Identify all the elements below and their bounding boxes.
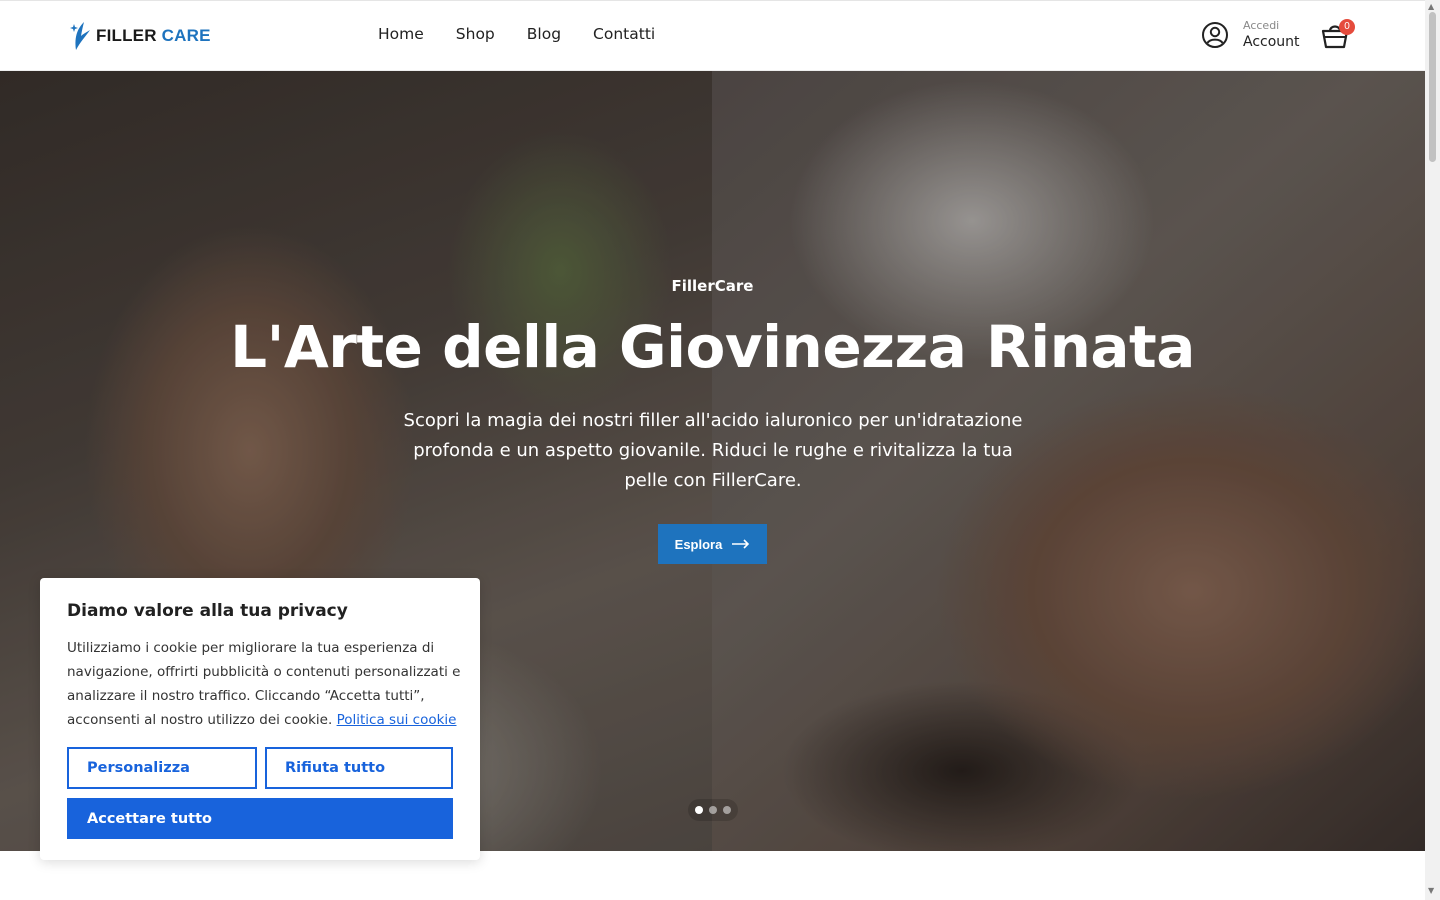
explore-button-label: Esplora: [674, 536, 723, 552]
nav-shop[interactable]: Shop: [456, 25, 495, 43]
slider-dots: [688, 799, 738, 821]
scrollbar-thumb[interactable]: [1429, 12, 1436, 162]
cookie-policy-link[interactable]: Politica sui cookie: [337, 712, 457, 728]
nav-home[interactable]: Home: [378, 25, 424, 43]
slider-dot-1[interactable]: [695, 806, 703, 814]
cookie-text: Utilizziamo i cookie per migliorare la t…: [67, 636, 462, 732]
scroll-up-arrow-icon[interactable]: ▲: [1428, 2, 1434, 11]
site-header: FILLER CARE Home Shop Blog Contatti Acce…: [0, 0, 1425, 71]
nav-blog[interactable]: Blog: [527, 25, 561, 43]
account-small-label: Accedi: [1243, 19, 1280, 32]
reject-all-button[interactable]: Rifiuta tutto: [265, 747, 453, 789]
scroll-down-arrow-icon[interactable]: ▼: [1428, 886, 1434, 895]
explore-button[interactable]: Esplora: [658, 524, 767, 564]
logo-word-1: FILLER: [96, 26, 157, 45]
slider-dot-3[interactable]: [723, 806, 731, 814]
account-text: Accedi Account: [1243, 19, 1300, 51]
accept-all-button[interactable]: Accettare tutto: [67, 798, 453, 839]
logo[interactable]: FILLER CARE: [70, 19, 211, 53]
customize-button[interactable]: Personalizza: [67, 747, 257, 789]
arrow-right-icon: [732, 539, 750, 549]
slider-dot-2[interactable]: [709, 806, 717, 814]
cart-count-badge: 0: [1339, 19, 1355, 35]
hero-title: L'Arte della Giovinezza Rinata: [230, 313, 1195, 381]
account-label: Account: [1243, 34, 1300, 51]
logo-text: FILLER CARE: [96, 26, 211, 46]
logo-icon: [70, 22, 90, 50]
hero-description: Scopri la magia dei nostri filler all'ac…: [403, 410, 1023, 491]
main-nav: Home Shop Blog Contatti: [378, 25, 655, 43]
account-link[interactable]: Accedi Account: [1201, 19, 1300, 51]
cookie-title: Diamo valore alla tua privacy: [67, 601, 348, 621]
nav-contatti[interactable]: Contatti: [593, 25, 655, 43]
logo-word-2: CARE: [161, 26, 211, 45]
cookie-consent-banner: Diamo valore alla tua privacy Utilizziam…: [40, 578, 480, 860]
user-circle-icon: [1202, 21, 1228, 48]
hero-eyebrow: FillerCare: [671, 277, 754, 295]
